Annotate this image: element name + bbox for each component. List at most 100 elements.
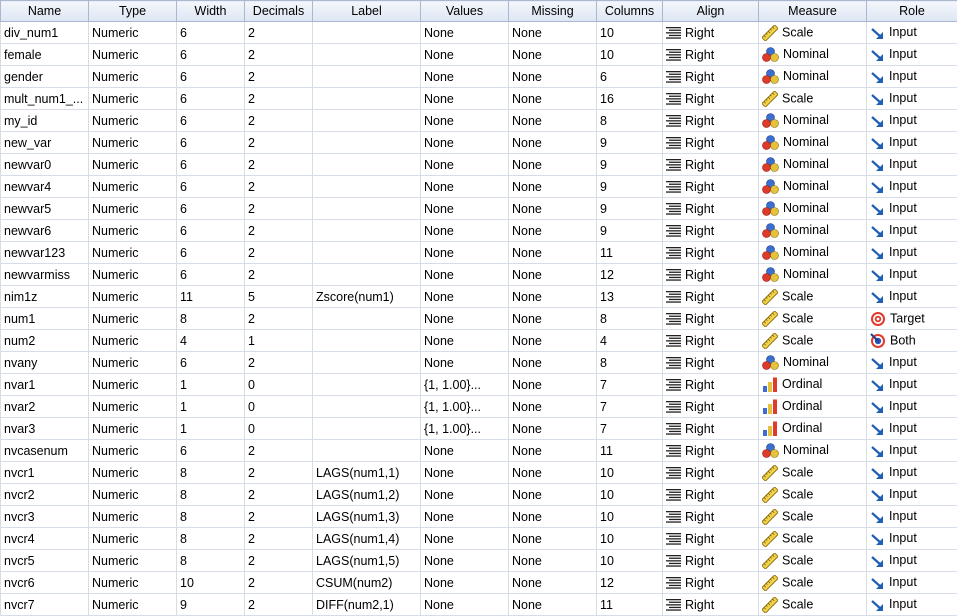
cell-type[interactable]: Numeric [89, 154, 177, 176]
cell-role[interactable]: Input [867, 132, 957, 154]
cell-values[interactable]: None [421, 308, 509, 330]
cell-role[interactable]: Target [867, 308, 957, 330]
cell-decimals[interactable]: 1 [245, 330, 313, 352]
cell-missing[interactable]: None [509, 506, 597, 528]
cell-align[interactable]: Right [663, 462, 759, 484]
cell-role[interactable]: Input [867, 352, 957, 374]
cell-width[interactable]: 6 [177, 110, 245, 132]
cell-missing[interactable]: None [509, 66, 597, 88]
cell-width[interactable]: 6 [177, 44, 245, 66]
cell-width[interactable]: 6 [177, 352, 245, 374]
cell-type[interactable]: Numeric [89, 352, 177, 374]
cell-align[interactable]: Right [663, 264, 759, 286]
cell-missing[interactable]: None [509, 374, 597, 396]
cell-label[interactable] [313, 440, 421, 462]
cell-decimals[interactable]: 2 [245, 220, 313, 242]
cell-decimals[interactable]: 0 [245, 396, 313, 418]
cell-align[interactable]: Right [663, 110, 759, 132]
cell-label[interactable] [313, 176, 421, 198]
cell-width[interactable]: 8 [177, 462, 245, 484]
cell-type[interactable]: Numeric [89, 88, 177, 110]
cell-values[interactable]: None [421, 176, 509, 198]
cell-values[interactable]: None [421, 154, 509, 176]
cell-measure[interactable]: Scale [759, 594, 867, 616]
cell-label[interactable]: LAGS(num1,1) [313, 462, 421, 484]
cell-type[interactable]: Numeric [89, 308, 177, 330]
col-header-missing[interactable]: Missing [509, 1, 597, 22]
cell-values[interactable]: None [421, 462, 509, 484]
cell-columns[interactable]: 10 [597, 44, 663, 66]
cell-values[interactable]: None [421, 66, 509, 88]
cell-columns[interactable]: 10 [597, 462, 663, 484]
col-header-columns[interactable]: Columns [597, 1, 663, 22]
cell-width[interactable]: 8 [177, 308, 245, 330]
cell-missing[interactable]: None [509, 418, 597, 440]
cell-width[interactable]: 8 [177, 506, 245, 528]
cell-columns[interactable]: 13 [597, 286, 663, 308]
cell-align[interactable]: Right [663, 88, 759, 110]
cell-type[interactable]: Numeric [89, 484, 177, 506]
cell-role[interactable]: Input [867, 176, 957, 198]
cell-width[interactable]: 6 [177, 264, 245, 286]
cell-width[interactable]: 6 [177, 22, 245, 44]
cell-width[interactable]: 6 [177, 132, 245, 154]
cell-type[interactable]: Numeric [89, 132, 177, 154]
cell-role[interactable]: Input [867, 528, 957, 550]
cell-decimals[interactable]: 2 [245, 506, 313, 528]
cell-align[interactable]: Right [663, 330, 759, 352]
cell-width[interactable]: 9 [177, 594, 245, 616]
cell-decimals[interactable]: 2 [245, 572, 313, 594]
cell-measure[interactable]: Scale [759, 572, 867, 594]
cell-label[interactable] [313, 132, 421, 154]
cell-label[interactable]: LAGS(num1,5) [313, 550, 421, 572]
cell-measure[interactable]: Scale [759, 22, 867, 44]
cell-columns[interactable]: 10 [597, 528, 663, 550]
cell-missing[interactable]: None [509, 286, 597, 308]
cell-type[interactable]: Numeric [89, 330, 177, 352]
cell-measure[interactable]: Nominal [759, 242, 867, 264]
cell-name[interactable]: newvar4 [1, 176, 89, 198]
cell-values[interactable]: None [421, 242, 509, 264]
cell-type[interactable]: Numeric [89, 528, 177, 550]
cell-missing[interactable]: None [509, 484, 597, 506]
col-header-values[interactable]: Values [421, 1, 509, 22]
cell-label[interactable]: DIFF(num2,1) [313, 594, 421, 616]
cell-role[interactable]: Input [867, 572, 957, 594]
cell-decimals[interactable]: 2 [245, 594, 313, 616]
cell-width[interactable]: 1 [177, 418, 245, 440]
cell-missing[interactable]: None [509, 594, 597, 616]
cell-role[interactable]: Input [867, 198, 957, 220]
cell-measure[interactable]: Nominal [759, 44, 867, 66]
cell-measure[interactable]: Nominal [759, 264, 867, 286]
col-header-label[interactable]: Label [313, 1, 421, 22]
cell-missing[interactable]: None [509, 88, 597, 110]
cell-name[interactable]: mult_num1_... [1, 88, 89, 110]
cell-width[interactable]: 1 [177, 374, 245, 396]
cell-decimals[interactable]: 2 [245, 176, 313, 198]
cell-values[interactable]: None [421, 22, 509, 44]
cell-align[interactable]: Right [663, 550, 759, 572]
cell-measure[interactable]: Nominal [759, 154, 867, 176]
cell-name[interactable]: nvany [1, 352, 89, 374]
cell-role[interactable]: Input [867, 22, 957, 44]
cell-measure[interactable]: Nominal [759, 220, 867, 242]
cell-align[interactable]: Right [663, 22, 759, 44]
cell-missing[interactable]: None [509, 550, 597, 572]
cell-columns[interactable]: 10 [597, 484, 663, 506]
cell-name[interactable]: nvcr6 [1, 572, 89, 594]
cell-role[interactable]: Both [867, 330, 957, 352]
cell-columns[interactable]: 11 [597, 242, 663, 264]
cell-columns[interactable]: 9 [597, 154, 663, 176]
cell-role[interactable]: Input [867, 550, 957, 572]
cell-missing[interactable]: None [509, 22, 597, 44]
cell-role[interactable]: Input [867, 594, 957, 616]
cell-align[interactable]: Right [663, 352, 759, 374]
cell-name[interactable]: num2 [1, 330, 89, 352]
cell-name[interactable]: newvar123 [1, 242, 89, 264]
cell-columns[interactable]: 7 [597, 396, 663, 418]
cell-width[interactable]: 6 [177, 220, 245, 242]
cell-columns[interactable]: 10 [597, 550, 663, 572]
cell-name[interactable]: num1 [1, 308, 89, 330]
cell-measure[interactable]: Scale [759, 88, 867, 110]
cell-align[interactable]: Right [663, 528, 759, 550]
